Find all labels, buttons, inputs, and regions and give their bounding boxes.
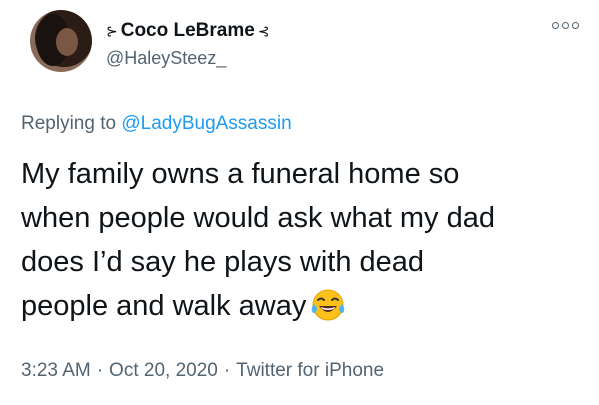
user-handle[interactable]: @HaleySteez_ bbox=[106, 48, 226, 69]
separator: · bbox=[223, 360, 231, 381]
tweet-text: My family owns a funeral home so when pe… bbox=[21, 152, 591, 328]
replying-to: Replying to @LadyBugAssassin bbox=[21, 113, 292, 135]
tweet-line: My family owns a funeral home so bbox=[21, 158, 460, 190]
separator: · bbox=[96, 360, 104, 381]
decoration-right-icon: ⊰ bbox=[257, 22, 270, 39]
tweet-line: when people would ask what my dad bbox=[21, 202, 495, 234]
tweet-metadata: 3:23 AM · Oct 20, 2020 · Twitter for iPhone bbox=[21, 360, 384, 382]
display-name[interactable]: ⊱ Coco LeBrame ⊰ bbox=[106, 20, 270, 42]
reply-mention-link[interactable]: @LadyBugAssassin bbox=[121, 113, 291, 134]
tweet-line-last: people and walk away bbox=[21, 284, 591, 328]
tweet-line: does I’d say he plays with dead bbox=[21, 246, 425, 278]
display-name-text: Coco LeBrame bbox=[120, 20, 255, 41]
decoration-left-icon: ⊱ bbox=[106, 22, 118, 39]
more-options-icon[interactable] bbox=[552, 22, 579, 29]
avatar[interactable] bbox=[30, 10, 92, 72]
avatar-face bbox=[56, 28, 78, 56]
dot bbox=[552, 22, 559, 29]
dot bbox=[562, 22, 569, 29]
tweet-time[interactable]: 3:23 AM bbox=[21, 360, 91, 381]
tweet-source[interactable]: Twitter for iPhone bbox=[236, 360, 384, 381]
replying-to-label: Replying to bbox=[21, 113, 117, 134]
dot bbox=[572, 22, 579, 29]
tweet-date[interactable]: Oct 20, 2020 bbox=[109, 360, 218, 381]
face-with-tears-of-joy-icon bbox=[310, 287, 346, 323]
tweet-line-text: people and walk away bbox=[21, 290, 307, 322]
